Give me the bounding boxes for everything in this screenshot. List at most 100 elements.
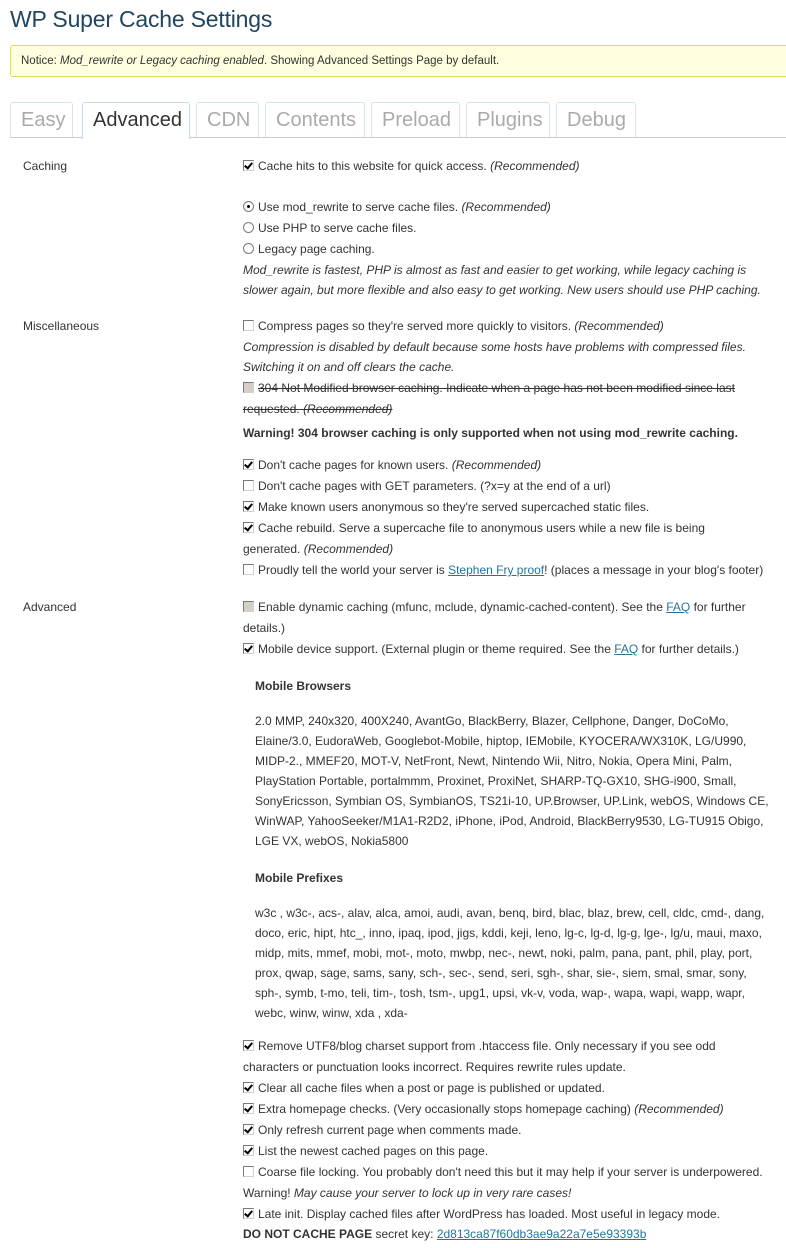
cache-rebuild-label-2: generated. <box>243 542 301 556</box>
remove-utf8-label: Remove UTF8/blog charset support from .h… <box>258 1039 716 1053</box>
faq-link[interactable]: FAQ <box>666 600 690 614</box>
cache-hits-label: Cache hits to this website for quick acc… <box>258 159 487 173</box>
anonymous-checkbox[interactable] <box>243 501 254 512</box>
late-init-option[interactable]: Late init. Display cached files after Wo… <box>243 1204 783 1225</box>
list-newest-checkbox[interactable] <box>243 1145 254 1156</box>
tab-easy[interactable]: Easy <box>10 102 73 137</box>
clear-all-label: Clear all cache files when a post or pag… <box>258 1081 605 1095</box>
settings-tabs: Easy Advanced CDN Contents Preload Plugi… <box>10 102 786 139</box>
list-newest-label: List the newest cached pages on this pag… <box>258 1144 489 1158</box>
dynamic-caching-option: Enable dynamic caching (mfunc, mclude, d… <box>243 597 783 618</box>
secret-key-link[interactable]: 2d813ca87f60db3ae9a22a7e5e93393b <box>437 1227 647 1241</box>
clear-all-option[interactable]: Clear all cache files when a post or pag… <box>243 1078 783 1099</box>
mod-rewrite-radio[interactable] <box>243 201 254 212</box>
mod-rewrite-label: Use mod_rewrite to serve cache files. <box>258 200 459 214</box>
recommended-note: (Recommended) <box>574 319 664 333</box>
cache-hits-option[interactable]: Cache hits to this website for quick acc… <box>243 156 783 177</box>
cache-rebuild-label: Cache rebuild. Serve a supercache file t… <box>258 521 705 535</box>
notice-prefix: Notice: <box>21 55 60 67</box>
recommended-note: (Recommended) <box>634 1102 724 1116</box>
stephen-fry-link[interactable]: Stephen Fry proof <box>448 563 544 577</box>
dynamic-caching-suffix: for further <box>690 600 746 614</box>
tab-preload[interactable]: Preload <box>371 102 460 137</box>
compress-checkbox[interactable] <box>243 320 254 331</box>
refresh-label: Only refresh current page when comments … <box>258 1123 522 1137</box>
compress-label: Compress pages so they're served more qu… <box>258 319 572 333</box>
coarse-locking-checkbox[interactable] <box>243 1166 254 1177</box>
php-label: Use PHP to serve cache files. <box>258 221 417 235</box>
mobile-browsers-heading: Mobile Browsers <box>255 679 352 693</box>
homepage-checks-label: Extra homepage checks. (Very occasionall… <box>258 1102 631 1116</box>
compress-description-1: Compression is disabled by default becau… <box>243 340 746 354</box>
compress-option[interactable]: Compress pages so they're served more qu… <box>243 316 783 337</box>
coarse-locking-warning: Warning! May cause your server to lock u… <box>243 1183 783 1204</box>
cache-hits-checkbox[interactable] <box>243 160 254 171</box>
remove-utf8-option[interactable]: Remove UTF8/blog charset support from .h… <box>243 1036 783 1057</box>
get-params-label: Don't cache pages with GET parameters. (… <box>258 479 611 493</box>
tab-cdn[interactable]: CDN <box>196 102 259 137</box>
known-users-option[interactable]: Don't cache pages for known users. (Reco… <box>243 455 783 476</box>
known-users-checkbox[interactable] <box>243 459 254 470</box>
tab-advanced[interactable]: Advanced <box>82 102 190 139</box>
caching-description-1: Mod_rewrite is fastest, PHP is almost as… <box>243 263 747 277</box>
anonymous-label: Make known users anonymous so they're se… <box>258 500 650 514</box>
warning-304: Warning! 304 browser caching is only sup… <box>243 426 738 440</box>
tab-contents[interactable]: Contents <box>265 102 365 137</box>
homepage-checks-option[interactable]: Extra homepage checks. (Very occasionall… <box>243 1099 783 1120</box>
refresh-checkbox[interactable] <box>243 1124 254 1135</box>
php-radio[interactable] <box>243 222 254 233</box>
recommended-note: (Recommended) <box>303 402 393 416</box>
get-params-option[interactable]: Don't cache pages with GET parameters. (… <box>243 476 783 497</box>
secret-key-row: DO NOT CACHE PAGE secret key: 2d813ca87f… <box>243 1224 783 1245</box>
section-label-advanced: Advanced <box>23 600 77 614</box>
legacy-radio[interactable] <box>243 243 254 254</box>
dynamic-caching-line-2: details.) <box>243 621 286 635</box>
cache-rebuild-line-2: generated. (Recommended) <box>243 539 783 560</box>
get-params-checkbox[interactable] <box>243 480 254 491</box>
not-modified-line-2: requested. (Recommended) <box>243 399 783 420</box>
stephen-fry-checkbox[interactable] <box>243 564 254 575</box>
not-modified-option: 304 Not Modified browser caching. Indica… <box>243 378 783 399</box>
stephen-fry-option[interactable]: Proudly tell the world your server is St… <box>243 560 783 581</box>
mobile-prefixes-list: w3c , w3c-, acs-, alav, alca, amoi, audi… <box>255 906 765 1020</box>
mode-legacy-option[interactable]: Legacy page caching. <box>243 239 783 260</box>
mobile-prefixes-heading: Mobile Prefixes <box>255 871 344 885</box>
notice-emphasis: Mod_rewrite or Legacy caching enabled <box>60 55 264 67</box>
anonymous-option[interactable]: Make known users anonymous so they're se… <box>243 497 783 518</box>
mobile-support-option[interactable]: Mobile device support. (External plugin … <box>243 639 783 660</box>
caching-description-2: slower again, but more flexible and also… <box>243 283 761 297</box>
known-users-label: Don't cache pages for known users. <box>258 458 449 472</box>
stephen-fry-suffix: ! (places a message in your blog's foote… <box>544 563 764 577</box>
not-modified-label: 304 Not Modified browser caching. Indica… <box>258 381 735 395</box>
section-label-caching: Caching <box>23 159 68 173</box>
mode-php-option[interactable]: Use PHP to serve cache files. <box>243 218 783 239</box>
coarse-locking-option[interactable]: Coarse file locking. You probably don't … <box>243 1162 783 1183</box>
late-init-checkbox[interactable] <box>243 1208 254 1219</box>
mode-mod-rewrite-option[interactable]: Use mod_rewrite to serve cache files. (R… <box>243 197 783 218</box>
cache-rebuild-checkbox[interactable] <box>243 522 254 533</box>
homepage-checks-checkbox[interactable] <box>243 1103 254 1114</box>
cache-rebuild-option[interactable]: Cache rebuild. Serve a supercache file t… <box>243 518 783 539</box>
mobile-support-suffix: for further details.) <box>638 642 739 656</box>
mobile-support-label: Mobile device support. (External plugin … <box>258 642 615 656</box>
warning-prefix: Warning! <box>243 1186 294 1200</box>
mobile-browsers-list: 2.0 MMP, 240x320, 400X240, AvantGo, Blac… <box>255 714 769 848</box>
late-init-label: Late init. Display cached files after Wo… <box>258 1207 721 1221</box>
dynamic-caching-label: Enable dynamic caching (mfunc, mclude, d… <box>258 600 667 614</box>
tab-plugins[interactable]: Plugins <box>466 102 550 137</box>
refresh-option[interactable]: Only refresh current page when comments … <box>243 1120 783 1141</box>
list-newest-option[interactable]: List the newest cached pages on this pag… <box>243 1141 783 1162</box>
section-label-miscellaneous: Miscellaneous <box>23 319 100 333</box>
dynamic-caching-checkbox <box>243 601 254 612</box>
secret-key-label: DO NOT CACHE PAGE <box>243 1227 373 1241</box>
remove-utf8-line-2: characters or punctuation looks incorrec… <box>243 1060 626 1074</box>
notice-suffix: . Showing Advanced Settings Page by defa… <box>263 55 500 67</box>
mobile-support-checkbox[interactable] <box>243 643 254 654</box>
remove-utf8-checkbox[interactable] <box>243 1040 254 1051</box>
stephen-fry-label: Proudly tell the world your server is <box>258 563 449 577</box>
clear-all-checkbox[interactable] <box>243 1082 254 1093</box>
faq-link[interactable]: FAQ <box>614 642 638 656</box>
tab-debug[interactable]: Debug <box>556 102 636 137</box>
compress-description-2: Switching it on and off clears the cache… <box>243 360 455 374</box>
recommended-note: (Recommended) <box>490 159 580 173</box>
